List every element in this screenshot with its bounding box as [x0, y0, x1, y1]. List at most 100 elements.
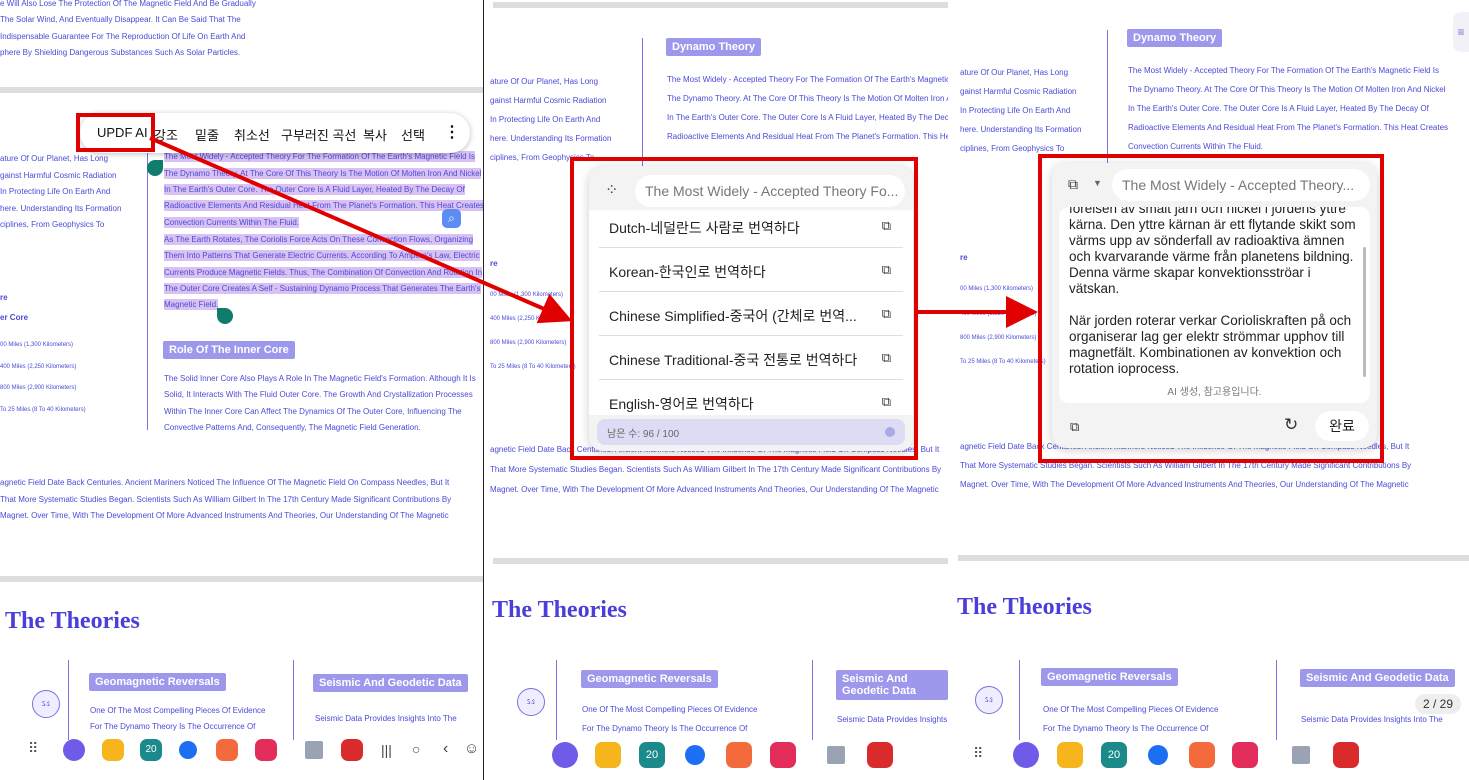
recents-icon[interactable]: |||: [381, 742, 392, 758]
text-line: Convection Currents Within The Fluid.: [164, 217, 300, 228]
contacts-app-icon[interactable]: [216, 739, 238, 761]
text-line: Radioactive Elements And Residual Heat F…: [1128, 123, 1449, 132]
gallery-app-icon[interactable]: [1292, 746, 1310, 764]
text-line: The Outer Core Creates A Self - Sustaini…: [164, 283, 481, 294]
text-line: e Will Also Lose The Protection Of The M…: [0, 0, 256, 8]
text-line: The Dynamo Theory. At The Core Of This T…: [164, 168, 482, 179]
apps-grid-icon[interactable]: ⠿: [28, 740, 38, 757]
text-line: Them Into Patterns That Generate Electri…: [164, 250, 480, 261]
core-value: 00 Miles (1,300 Kilometers): [490, 292, 564, 298]
menu-item-copy[interactable]: 복사: [363, 125, 387, 144]
column-divider: [812, 660, 813, 740]
text-line: One Of The Most Compelling Pieces Of Evi…: [1043, 705, 1219, 714]
core-value: 800 Miles (2,900 Kilometers): [960, 335, 1037, 341]
updf-app-icon[interactable]: [1333, 742, 1359, 768]
text-line: For The Dynamo Theory Is The Occurrence …: [1043, 724, 1209, 733]
browser-app-icon[interactable]: [63, 739, 85, 761]
column-divider: [1276, 660, 1277, 740]
text-line: In Protecting Life On Earth And: [960, 106, 1071, 115]
menu-item-squiggly[interactable]: 구부러진 곡선: [281, 125, 356, 144]
section-tag-seismic: Seismic And Geodetic Data: [836, 670, 948, 700]
camera-app-icon[interactable]: [1232, 742, 1258, 768]
selection-handle-end[interactable]: [217, 308, 233, 324]
taskbar: ⠿ 20: [955, 735, 1469, 779]
back-icon[interactable]: ‹: [443, 740, 448, 758]
apps-grid-icon[interactable]: ⠿: [973, 745, 983, 762]
text-line: The Dynamo Theory. At The Core Of This T…: [1128, 85, 1446, 94]
calendar-app-icon[interactable]: 20: [639, 742, 665, 768]
column-divider: [642, 38, 643, 168]
text-line: Currents Produce Magnetic Fields. Thus, …: [164, 267, 483, 278]
text-line: Seismic Data Provides Insights Into The: [837, 715, 948, 724]
files-app-icon[interactable]: [1057, 742, 1083, 768]
menu-item-underline[interactable]: 밑줄: [195, 125, 219, 144]
core-label: er Core: [0, 313, 29, 322]
panel-3-translation-result: Dynamo Theory ature Of Our Planet, Has L…: [955, 0, 1469, 780]
updf-app-icon[interactable]: [867, 742, 893, 768]
taskbar: 20: [490, 735, 948, 779]
messages-app-icon[interactable]: [1148, 745, 1168, 765]
text-line: Magnet. Over Time, With The Development …: [960, 480, 1409, 489]
text-line: ciplines, From Geophysics To: [960, 144, 1065, 153]
section-title: The Theories: [492, 597, 627, 623]
page-separator: [958, 555, 1469, 561]
menu-item-strikethrough[interactable]: 취소선: [234, 125, 270, 144]
text-line: One Of The Most Compelling Pieces Of Evi…: [582, 705, 758, 714]
text-line: gainst Harmful Cosmic Radiation: [490, 96, 607, 105]
text-line: That More Systematic Studies Began. Scie…: [0, 495, 452, 504]
column-divider: [1019, 660, 1020, 740]
gallery-app-icon[interactable]: [827, 746, 845, 764]
messages-app-icon[interactable]: [685, 745, 705, 765]
files-app-icon[interactable]: [595, 742, 621, 768]
files-app-icon[interactable]: [102, 739, 124, 761]
column-divider: [556, 660, 557, 740]
more-vertical-icon[interactable]: ⋮: [444, 122, 460, 142]
text-line: Solid, It Interacts With The Fluid Outer…: [164, 390, 473, 399]
core-value: To 25 Miles (8 To 40 Kilometers): [960, 359, 1046, 365]
camera-app-icon[interactable]: [770, 742, 796, 768]
messages-app-icon[interactable]: [179, 741, 197, 759]
search-icon[interactable]: ⌕: [442, 209, 461, 228]
contacts-app-icon[interactable]: [726, 742, 752, 768]
core-value: 400 Miles (2,250 Kilometers): [0, 364, 77, 370]
core-label: re: [490, 259, 498, 268]
text-line: The Solid Inner Core Also Plays A Role I…: [164, 374, 476, 383]
text-line: Within The Inner Core Can Affect The Dyn…: [164, 407, 462, 416]
text-line: Magnetic Field.: [164, 299, 219, 310]
menu-item-select[interactable]: 선택: [401, 125, 425, 144]
side-panel-toggle-icon[interactable]: ≡: [1453, 12, 1469, 52]
text-line: phere By Shielding Dangerous Substances …: [0, 48, 241, 57]
text-line: here. Understanding Its Formation: [960, 125, 1082, 134]
core-label: re: [960, 253, 968, 262]
taskbar: ⠿ 20 ||| ○ ‹ ☺: [0, 730, 483, 774]
updf-app-icon[interactable]: [341, 739, 363, 761]
text-line: ature Of Our Planet, Has Long: [960, 68, 1069, 77]
core-label: re: [0, 293, 8, 302]
section-tag-seismic: Seismic And Geodetic Data: [1300, 669, 1455, 687]
core-value: To 25 Miles (8 To 40 Kilometers): [490, 364, 576, 370]
contacts-app-icon[interactable]: [1189, 742, 1215, 768]
text-line: gainst Harmful Cosmic Radiation: [0, 171, 117, 180]
text-line: In Protecting Life On Earth And: [490, 115, 601, 124]
page-separator: [0, 87, 483, 93]
section-tag-seismic: Seismic And Geodetic Data: [313, 674, 468, 692]
section-tag-dynamo: Dynamo Theory: [666, 38, 762, 56]
camera-app-icon[interactable]: [255, 739, 277, 761]
calendar-app-icon[interactable]: 20: [1101, 742, 1127, 768]
browser-app-icon[interactable]: [552, 742, 578, 768]
calendar-app-icon[interactable]: 20: [140, 739, 162, 761]
menu-item-highlight[interactable]: 강조: [154, 125, 178, 144]
section-tag-inner-core: Role Of The Inner Core: [163, 341, 295, 359]
gallery-app-icon[interactable]: [305, 741, 323, 759]
selection-handle-start[interactable]: [147, 160, 163, 176]
text-line: Radioactive Elements And Residual Heat F…: [667, 132, 948, 141]
text-line: In Protecting Life On Earth And: [0, 187, 111, 196]
column-divider: [147, 150, 148, 430]
text-line: In The Earth's Outer Core. The Outer Cor…: [164, 184, 465, 195]
core-value: 00 Miles (1,300 Kilometers): [0, 342, 74, 348]
home-icon[interactable]: ○: [412, 741, 420, 757]
browser-app-icon[interactable]: [1013, 742, 1039, 768]
accessibility-icon[interactable]: ☺: [464, 740, 479, 757]
text-line: Magnet. Over Time, With The Development …: [490, 485, 939, 494]
core-value: 400 Miles (2,250 Kilometers): [960, 311, 1037, 317]
